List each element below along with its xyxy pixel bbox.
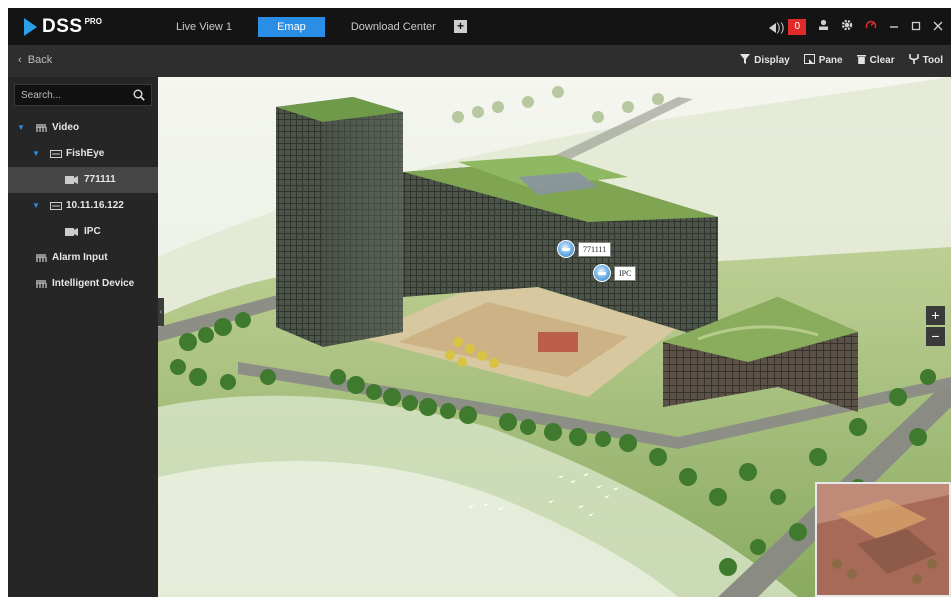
user-icon[interactable] (818, 17, 829, 37)
search-box (14, 84, 152, 106)
tree-node-label: Intelligent Device (52, 278, 135, 289)
clear-button[interactable]: Clear (856, 54, 895, 67)
dss-pro-window: DSS PRO Live View 1 Emap Download Center… (8, 8, 951, 597)
tree-node-camera-ipc[interactable]: IPC (8, 219, 158, 245)
minimize-icon[interactable] (889, 17, 899, 37)
tree-node-label: 771111 (84, 174, 116, 185)
camera-label: 771111 (578, 241, 612, 257)
filter-icon (740, 54, 751, 67)
caret-down-icon[interactable]: ▼ (32, 193, 40, 219)
tree-node-alarm-input[interactable]: Alarm Input (8, 245, 158, 271)
tab-strip: Live View 1 Emap Download Center (168, 17, 462, 37)
tree-node-label: Alarm Input (52, 252, 108, 263)
group-icon (36, 280, 47, 288)
tree-node-video[interactable]: ▼ Video (8, 115, 158, 141)
window-controls: )) 0 (757, 17, 943, 37)
tab-download-center[interactable]: Download Center (343, 17, 444, 37)
emap-canvas[interactable]: 771111 IPC + − (158, 77, 951, 597)
logo-mark-icon (22, 17, 40, 37)
back-button[interactable]: ‹ Back (18, 54, 52, 66)
camera-label: IPC (614, 265, 637, 281)
camera-icon (65, 176, 78, 184)
camera-marker-icon[interactable] (593, 264, 611, 282)
logo-sup: PRO (84, 17, 102, 26)
clear-label: Clear (869, 55, 895, 66)
alarm-count-badge[interactable]: 0 (788, 19, 806, 35)
device-icon (50, 150, 62, 158)
zoom-in-button[interactable]: + (926, 306, 945, 325)
search-input[interactable] (15, 85, 127, 105)
device-icon (50, 202, 62, 210)
device-tree: ▼ Video ▼ FishEye 771111 ▼ 10.11.16.122 … (8, 115, 158, 297)
pane-icon (803, 54, 815, 67)
search-icon[interactable] (133, 89, 145, 101)
add-tab-icon[interactable]: + (454, 20, 467, 33)
map-toolbar: ‹ Back Display Pane Clear Tool (8, 45, 951, 77)
tab-emap[interactable]: Emap (258, 17, 325, 37)
gear-icon[interactable] (841, 17, 853, 37)
map-overview[interactable] (815, 482, 951, 597)
camera-icon (65, 228, 78, 236)
gauge-icon[interactable] (865, 17, 877, 37)
caret-down-icon[interactable]: ▼ (17, 115, 25, 141)
tree-node-10-11-16-122[interactable]: ▼ 10.11.16.122 (8, 193, 158, 219)
group-icon (36, 254, 47, 262)
tree-node-label: 10.11.16.122 (66, 200, 124, 211)
trash-icon (856, 54, 866, 67)
close-icon[interactable] (933, 17, 943, 37)
caret-down-icon[interactable]: ▼ (32, 141, 40, 167)
tree-node-intelligent-device[interactable]: Intelligent Device (8, 271, 158, 297)
tree-node-label: Video (52, 122, 80, 133)
tool-icon (908, 54, 919, 67)
back-label: Back (27, 54, 53, 66)
tool-button[interactable]: Tool (908, 54, 943, 67)
title-bar: DSS PRO Live View 1 Emap Download Center… (8, 8, 951, 45)
map-camera-771111[interactable]: 771111 (557, 240, 612, 258)
overview-image (817, 484, 949, 595)
tree-node-label: IPC (84, 226, 101, 237)
device-tree-panel: ▼ Video ▼ FishEye 771111 ▼ 10.11.16.122 … (8, 77, 158, 597)
logo-text: DSS (42, 16, 83, 37)
map-tools: Display Pane Clear Tool (726, 54, 943, 67)
display-label: Display (754, 55, 790, 66)
pane-button[interactable]: Pane (803, 54, 843, 67)
pane-label: Pane (818, 55, 843, 66)
tree-node-fisheye[interactable]: ▼ FishEye (8, 141, 158, 167)
tree-node-camera-771111[interactable]: 771111 (8, 167, 158, 193)
zoom-out-button[interactable]: − (926, 327, 945, 346)
sidebar-collapse-handle[interactable]: ‹ (158, 298, 164, 326)
maximize-icon[interactable] (911, 17, 921, 37)
zoom-controls: + − (926, 306, 945, 348)
app-logo: DSS PRO (22, 15, 102, 39)
tab-live-view-1[interactable]: Live View 1 (168, 17, 240, 37)
speaker-icon[interactable]: )) (769, 17, 784, 37)
tree-node-label: FishEye (66, 148, 105, 159)
chevron-left-icon: ‹ (18, 54, 22, 66)
group-icon (36, 124, 47, 132)
camera-marker-icon[interactable] (557, 240, 575, 258)
map-camera-ipc[interactable]: IPC (593, 264, 637, 282)
display-button[interactable]: Display (740, 54, 790, 67)
tool-label: Tool (922, 55, 943, 66)
